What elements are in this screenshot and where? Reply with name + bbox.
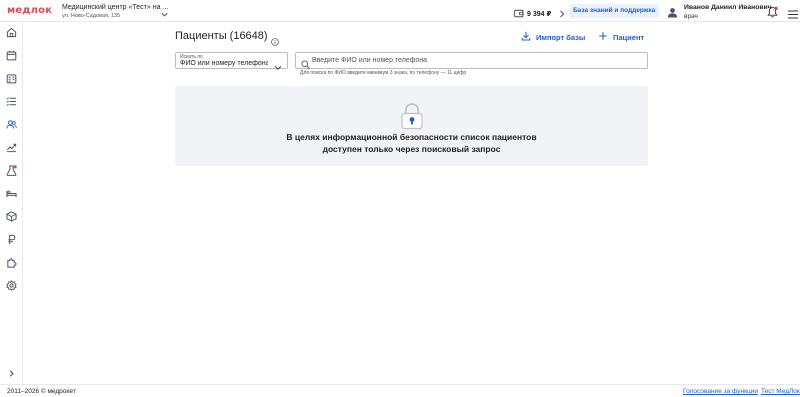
- clinic-address: ул. Ново-Садовая, 135: [62, 13, 121, 19]
- chevron-right-icon: [559, 5, 565, 23]
- notice-line-2: доступен только через поисковый запрос: [322, 144, 501, 154]
- user-avatar-icon[interactable]: [667, 5, 678, 23]
- security-notice: В целях информационной безопасности спис…: [175, 86, 648, 166]
- clinic-selector[interactable]: Медицинский центр «Тест» на ... ул. Ново…: [62, 3, 168, 20]
- sidebar-item-home[interactable]: [6, 27, 17, 38]
- feature-voting-link[interactable]: Голосование за функции: [683, 388, 758, 395]
- footer: 2011–2026 © медрокет Голосование за функ…: [0, 384, 800, 397]
- notice-line-1: В целях информационной безопасности спис…: [286, 132, 537, 142]
- search-input[interactable]: [312, 55, 642, 66]
- patient-search-field[interactable]: [295, 52, 648, 69]
- copyright: 2011–2026 © медрокет: [7, 388, 76, 395]
- notice-text: В целях информационной безопасности спис…: [175, 131, 648, 155]
- balance-value: 9 394 ₽: [527, 11, 552, 18]
- sidebar-item-finance[interactable]: [6, 234, 17, 245]
- wallet-icon: [514, 5, 524, 23]
- clinic-name: Медицинский центр «Тест» на ...: [62, 4, 169, 11]
- sidebar-item-schedule[interactable]: [6, 73, 17, 84]
- search-by-select[interactable]: Искать по ФИО или номеру телефона: [175, 52, 288, 70]
- sidebar-item-beds[interactable]: [6, 188, 17, 199]
- add-patient-button[interactable]: Пациент: [598, 31, 644, 43]
- search-hint: Для поиска по ФИО введите минимум 3 знак…: [300, 70, 467, 76]
- knowledge-base-button[interactable]: База знаний и поддержка: [569, 4, 660, 18]
- add-patient-label: Пациент: [613, 32, 645, 42]
- sidebar-item-settings[interactable]: [6, 280, 17, 291]
- user-role: врач: [684, 13, 698, 20]
- page-title: Пациенты (16648): [175, 30, 268, 42]
- import-label: Импорт базы: [536, 32, 586, 42]
- user-name: Иванов Даниил Иванович: [684, 4, 772, 11]
- plus-icon: [598, 31, 608, 43]
- chevron-down-icon: [274, 58, 282, 76]
- notifications-bell-icon[interactable]: [767, 5, 778, 23]
- test-medlok-link[interactable]: Тест МедЛок: [761, 388, 800, 395]
- chevron-down-icon[interactable]: [160, 6, 169, 24]
- logo[interactable]: медлок: [7, 5, 52, 16]
- sidebar-item-calendar[interactable]: [6, 50, 17, 61]
- menu-burger-icon[interactable]: [788, 6, 798, 24]
- balance-widget[interactable]: 9 394 ₽: [514, 5, 565, 23]
- chevron-right-icon[interactable]: [6, 366, 17, 384]
- sidebar-item-integrations[interactable]: [6, 257, 17, 268]
- sidebar-item-patients[interactable]: [6, 119, 17, 130]
- info-icon[interactable]: [271, 33, 279, 51]
- sidebar-item-storage[interactable]: [6, 211, 17, 222]
- top-header: медлок Медицинский центр «Тест» на ... у…: [0, 0, 800, 22]
- sidebar-item-analytics[interactable]: [6, 142, 17, 153]
- sidebar-item-list[interactable]: [6, 96, 17, 107]
- user-profile[interactable]: Иванов Даниил Иванович врач: [684, 3, 772, 21]
- search-by-value: ФИО или номеру телефона: [180, 60, 268, 67]
- sidebar-item-lab[interactable]: [6, 165, 17, 176]
- download-icon: [521, 31, 531, 43]
- import-database-button[interactable]: Импорт базы: [521, 31, 585, 43]
- sidebar: [0, 22, 23, 384]
